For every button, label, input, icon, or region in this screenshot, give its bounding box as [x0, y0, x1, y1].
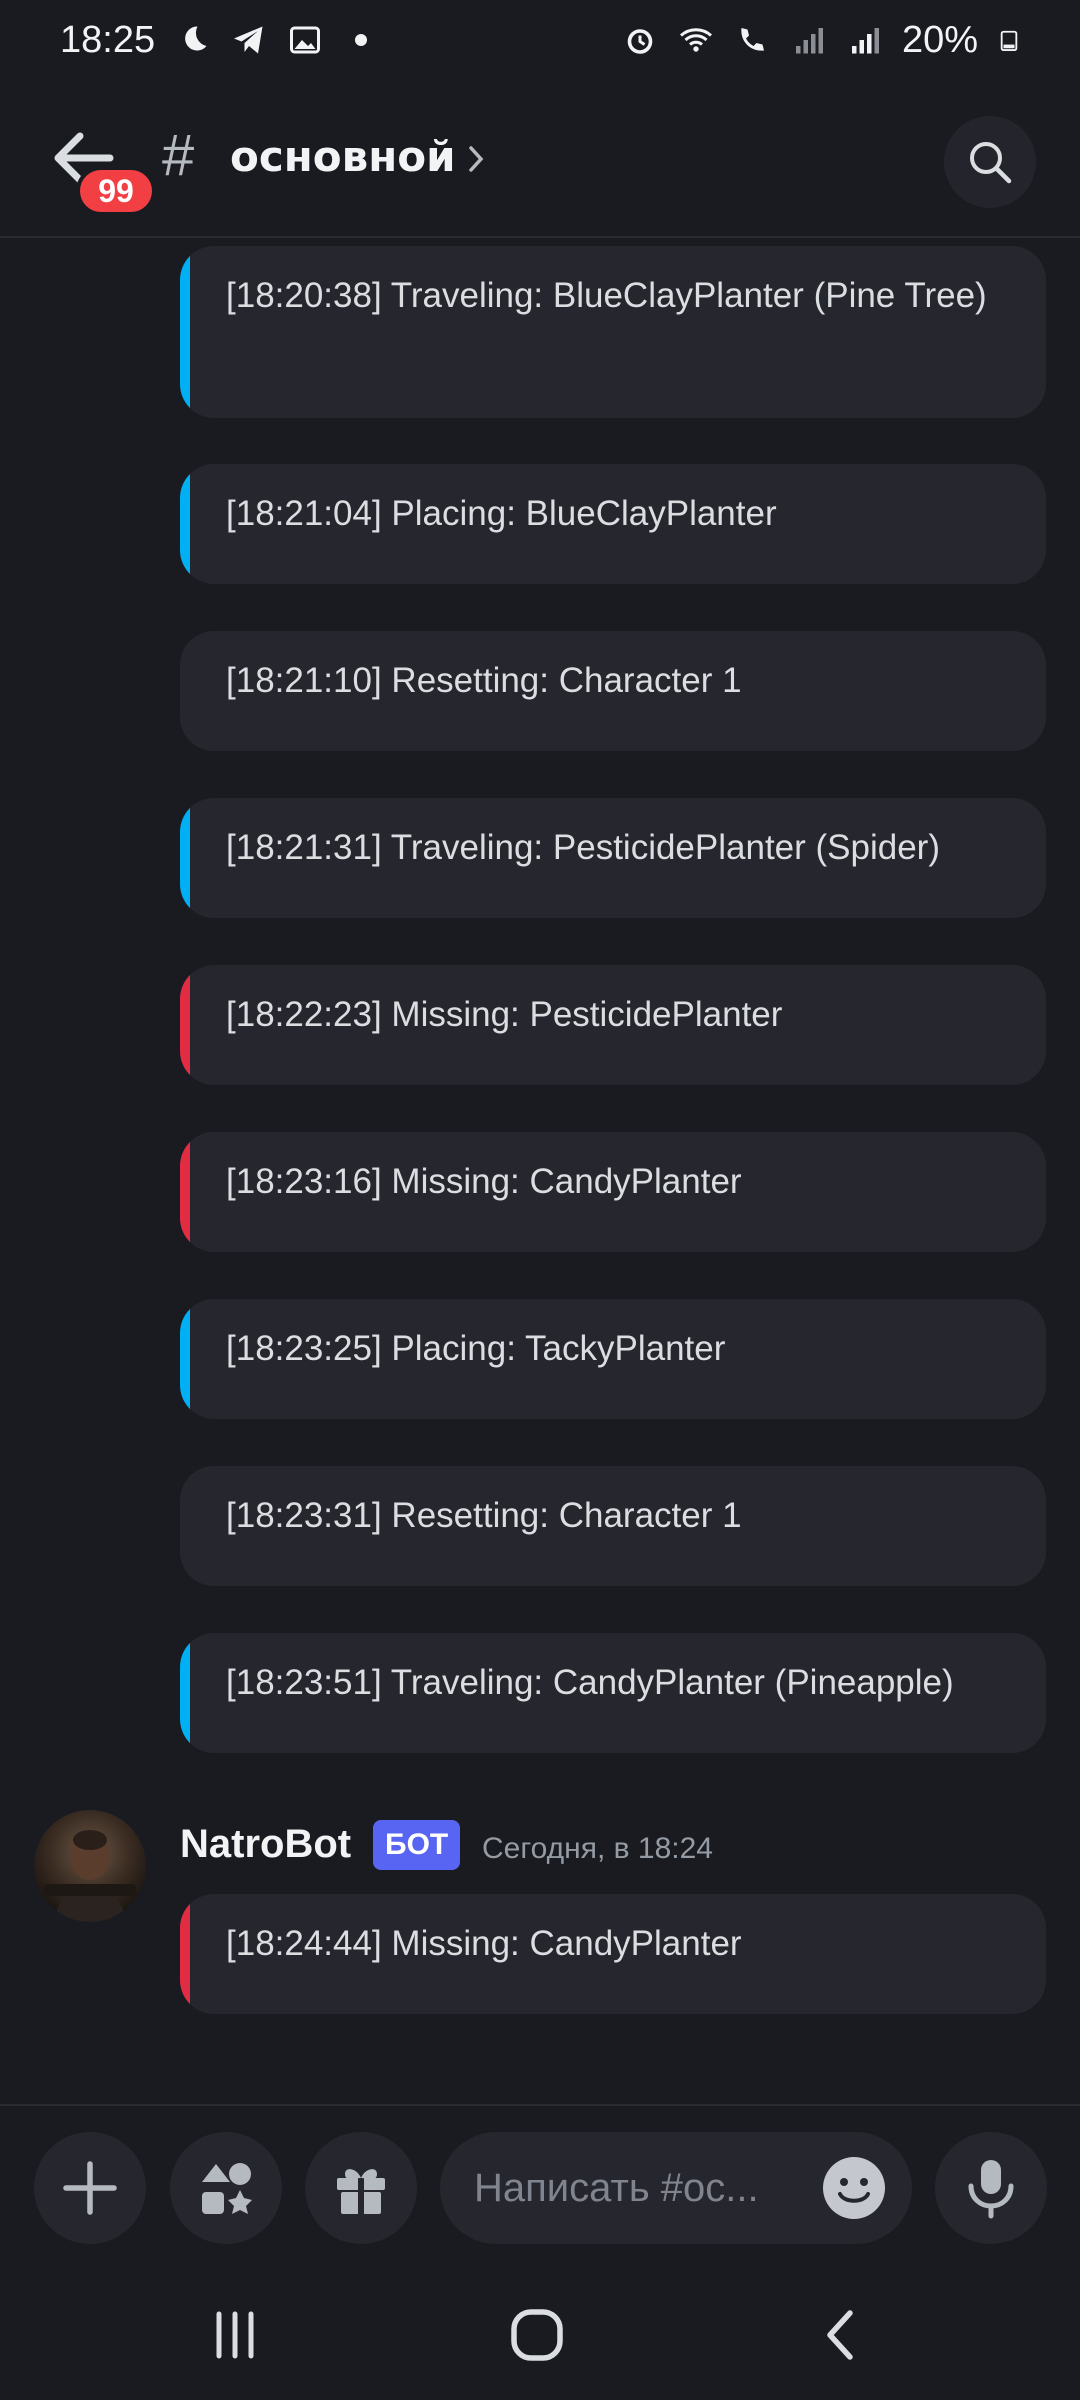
add-attachment-button[interactable] — [34, 2132, 146, 2244]
author-name[interactable]: NatroBot — [180, 1822, 351, 1867]
message-item[interactable]: [18:20:38] Traveling: BlueClayPlanter (P… — [180, 246, 1046, 418]
back-nav-button[interactable] — [800, 2300, 880, 2370]
avatar[interactable] — [34, 1810, 146, 1922]
voice-message-button[interactable] — [935, 2132, 1047, 2244]
message-text: [18:20:38] Traveling: BlueClayPlanter (P… — [226, 276, 987, 315]
battery-icon — [1000, 30, 1018, 51]
message-item[interactable]: [18:23:25] Placing: TackyPlanter — [180, 1299, 1046, 1419]
message-item[interactable]: [18:23:16] Missing: CandyPlanter — [180, 1132, 1046, 1252]
alarm-icon — [627, 29, 653, 54]
avatar-image — [44, 1830, 136, 1922]
message-list[interactable]: [18:20:38] Traveling: BlueClayPlanter (P… — [0, 240, 1080, 2100]
channel-title[interactable]: основной — [230, 132, 456, 181]
system-nav-bar — [0, 2270, 1080, 2400]
apps-button[interactable] — [170, 2132, 282, 2244]
hash-icon: # — [162, 123, 195, 188]
signal-r-icon — [851, 28, 879, 54]
message-text: [18:23:31] Resetting: Character 1 — [226, 1496, 742, 1535]
chevron-right-icon[interactable] — [468, 144, 484, 174]
message-text: [18:21:10] Resetting: Character 1 — [226, 661, 742, 700]
wifi-icon — [679, 28, 712, 52]
telegram-icon — [234, 26, 263, 54]
status-time: 18:25 — [60, 18, 156, 61]
message-text: [18:24:44] Missing: CandyPlanter — [226, 1924, 742, 1963]
message-item[interactable]: [18:21:31] Traveling: PesticidePlanter (… — [180, 798, 1046, 918]
signal-icon — [795, 28, 823, 54]
moon-icon — [185, 26, 207, 51]
message-timestamp: Сегодня, в 18:24 — [482, 1832, 713, 1865]
message-item[interactable]: [18:23:31] Resetting: Character 1 — [180, 1466, 1046, 1586]
message-text: [18:23:16] Missing: CandyPlanter — [226, 1162, 742, 1201]
message-text: [18:23:25] Placing: TackyPlanter — [226, 1329, 726, 1368]
plus-icon — [63, 2161, 117, 2215]
unread-badge: 99 — [76, 166, 156, 216]
home-button[interactable] — [497, 2300, 577, 2370]
message-text: [18:21:04] Placing: BlueClayPlanter — [226, 494, 777, 533]
recents-icon — [216, 2311, 254, 2359]
status-bar: 18:25 20% — [0, 0, 1080, 80]
gift-icon — [337, 2169, 385, 2214]
message-item[interactable]: [18:24:44] Missing: CandyPlanter — [180, 1894, 1046, 2014]
gallery-icon — [290, 26, 321, 54]
apps-icon — [202, 2163, 252, 2214]
battery-percent: 20% — [901, 18, 978, 61]
status-left: 18:25 — [60, 19, 379, 62]
back-icon — [827, 2310, 853, 2360]
home-icon — [511, 2309, 563, 2361]
bot-tag: БОТ — [373, 1820, 461, 1870]
emoji-icon[interactable] — [820, 2154, 888, 2222]
dot-icon — [355, 34, 368, 46]
message-item[interactable]: [18:21:04] Placing: BlueClayPlanter — [180, 464, 1046, 584]
mic-icon — [968, 2160, 1014, 2219]
message-input-container[interactable] — [440, 2132, 912, 2244]
message-input[interactable] — [474, 2158, 814, 2218]
search-icon — [970, 142, 1012, 184]
wifi-calling-icon — [741, 28, 764, 51]
message-text: [18:22:23] Missing: PesticidePlanter — [226, 995, 783, 1034]
message-item[interactable]: [18:23:51] Traveling: CandyPlanter (Pine… — [180, 1633, 1046, 1753]
message-composer — [0, 2104, 1080, 2264]
message-text: [18:21:31] Traveling: PesticidePlanter (… — [226, 828, 940, 867]
gift-button[interactable] — [305, 2132, 417, 2244]
recents-button[interactable] — [195, 2300, 275, 2370]
message-item[interactable]: [18:22:23] Missing: PesticidePlanter — [180, 965, 1046, 1085]
search-button[interactable] — [944, 116, 1036, 208]
status-right: 20% — [622, 19, 1020, 62]
message-text: [18:23:51] Traveling: CandyPlanter (Pine… — [226, 1663, 954, 1702]
message-item[interactable]: [18:21:10] Resetting: Character 1 — [180, 631, 1046, 751]
channel-header: 99 # основной — [0, 80, 1080, 238]
